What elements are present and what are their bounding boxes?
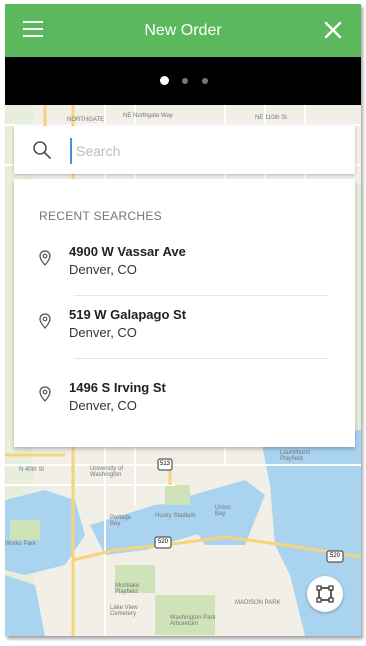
recent-item-street: 519 W Galapago St bbox=[69, 307, 187, 322]
search-input[interactable] bbox=[70, 138, 338, 164]
recent-item-street: 1496 S Irving St bbox=[69, 380, 166, 395]
recent-item-city: Denver, CO bbox=[69, 398, 137, 413]
step-indicator bbox=[5, 57, 361, 105]
search-icon bbox=[33, 141, 51, 159]
app-frame: New Order NORTHGATE NE Northgate Way NE … bbox=[5, 4, 361, 636]
divider bbox=[74, 358, 329, 359]
map-label-arboretum: Washington Park Arboretum bbox=[170, 615, 216, 627]
fit-bounds-button[interactable] bbox=[307, 576, 343, 612]
location-pin-icon bbox=[39, 250, 51, 266]
location-pin-icon bbox=[39, 386, 51, 402]
map-label-madison: MADISON PARK bbox=[235, 600, 281, 606]
step-dot-2 bbox=[182, 78, 188, 84]
map-label-union: Union Bay bbox=[215, 505, 231, 517]
search-bar bbox=[14, 126, 355, 174]
map-label-northgate: NORTHGATE bbox=[67, 117, 105, 123]
close-button[interactable] bbox=[319, 16, 347, 44]
header-bar: New Order bbox=[5, 4, 361, 57]
divider bbox=[74, 295, 329, 296]
map-label-ne110: NE 110th St bbox=[255, 115, 287, 121]
recent-item-city: Denver, CO bbox=[69, 325, 137, 340]
recent-search-item[interactable]: 1496 S Irving St Denver, CO bbox=[14, 380, 355, 438]
map-label-lakeview: Lake View Cemetery bbox=[110, 605, 138, 617]
route-520-label-2: 520 bbox=[330, 553, 341, 559]
map-label-portage: Portage Bay bbox=[110, 515, 132, 527]
recent-item-street: 4900 W Vassar Ave bbox=[69, 244, 186, 259]
recent-item-city: Denver, CO bbox=[69, 262, 137, 277]
route-520-label: 520 bbox=[158, 539, 169, 545]
recent-searches-heading: RECENT SEARCHES bbox=[39, 209, 162, 223]
map-label-northgate-way: NE Northgate Way bbox=[123, 113, 173, 119]
recent-search-item[interactable]: 4900 W Vassar Ave Denver, CO bbox=[14, 244, 355, 302]
route-513-label: 513 bbox=[160, 461, 171, 467]
map-label-university: University of Washington bbox=[90, 466, 124, 478]
step-dot-3 bbox=[202, 78, 208, 84]
close-icon bbox=[324, 21, 342, 39]
recent-searches-panel: RECENT SEARCHES 4900 W Vassar Ave Denver… bbox=[14, 179, 355, 447]
location-pin-icon bbox=[39, 313, 51, 329]
page-title: New Order bbox=[144, 22, 222, 39]
map-label-montlake: Montlake Playfield bbox=[115, 583, 140, 595]
map-label-laurelhurst: Laurelhurst Playfield bbox=[280, 450, 311, 462]
map-label-husky: Husky Stadium bbox=[155, 513, 196, 519]
map-label-works: Works Park bbox=[5, 541, 36, 547]
map-label-n40: N 40th St bbox=[19, 467, 45, 473]
fit-bounds-icon bbox=[316, 585, 334, 603]
step-dot-1 bbox=[160, 76, 169, 85]
recent-search-item[interactable]: 519 W Galapago St Denver, CO bbox=[14, 307, 355, 365]
